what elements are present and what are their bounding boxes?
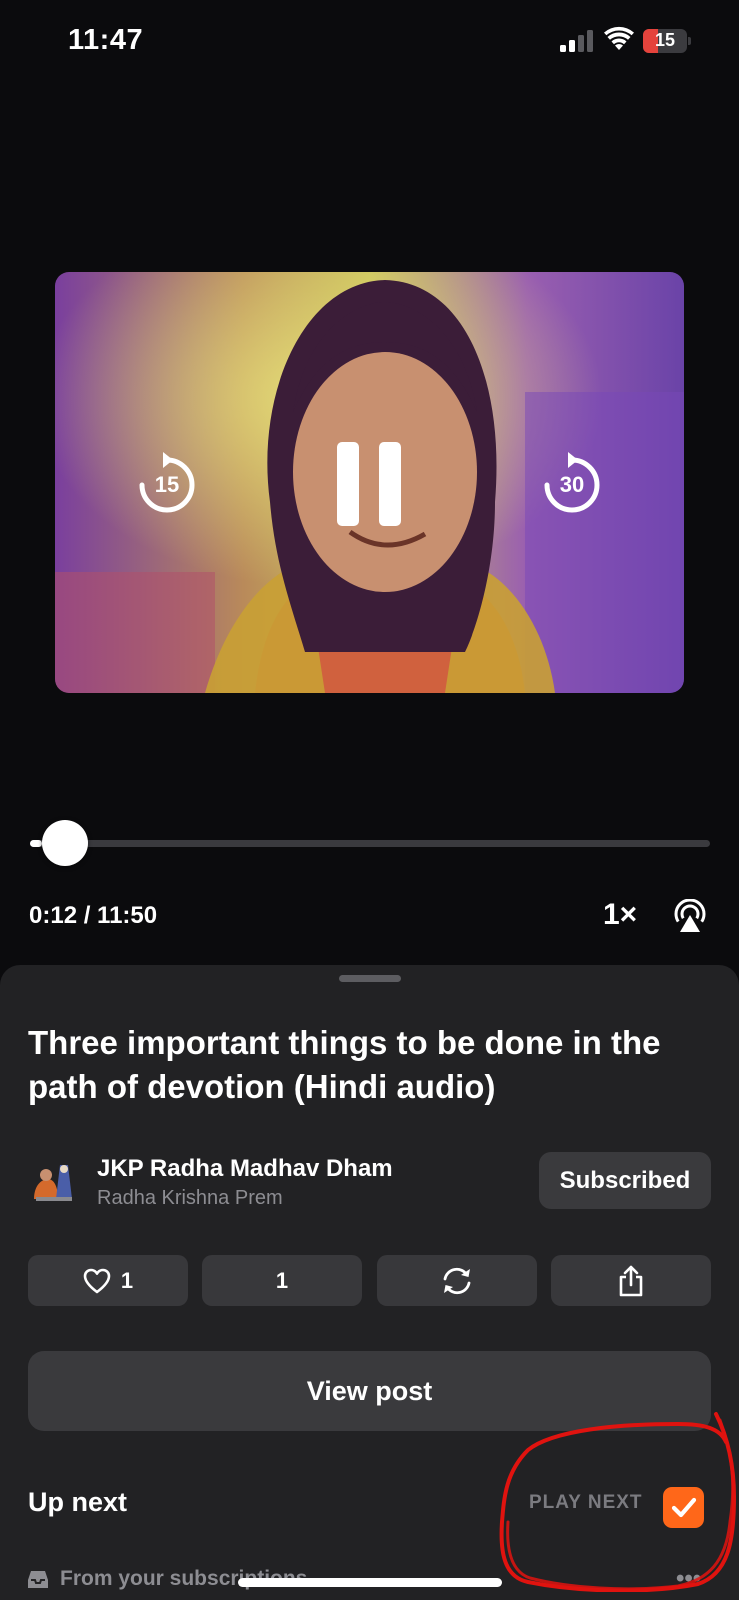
wifi-icon: [604, 26, 634, 50]
more-options-button[interactable]: •••: [676, 1565, 701, 1593]
rewind-seconds: 15: [154, 472, 180, 497]
progress-fill: [30, 840, 42, 847]
checkmark-icon: [671, 1497, 697, 1518]
signal-icon: [560, 30, 593, 52]
progress-track[interactable]: [30, 840, 710, 847]
restack-icon: [443, 1267, 471, 1294]
pause-icon: [337, 442, 401, 526]
heart-icon: [83, 1268, 111, 1293]
sheet-handle[interactable]: [339, 975, 401, 982]
like-count: 1: [120, 1267, 134, 1293]
inbox-icon: [28, 1571, 48, 1588]
comment-button[interactable]: 1: [202, 1255, 362, 1306]
progress-thumb[interactable]: [42, 820, 88, 866]
playback-speed-button[interactable]: 1×: [603, 898, 637, 932]
up-next-heading: Up next: [28, 1487, 128, 1517]
forward-30-button[interactable]: 30: [542, 452, 602, 514]
channel-author: Radha Krishna Prem: [97, 1187, 283, 1209]
status-bar: 11:47 15: [0, 0, 739, 86]
progress-slider[interactable]: [30, 820, 710, 870]
episode-artwork[interactable]: 15 30: [55, 272, 684, 693]
episode-title: Three important things to be done in the…: [28, 1024, 661, 1105]
status-time: 11:47: [68, 24, 144, 56]
play-next-label[interactable]: PLAY NEXT: [529, 1492, 643, 1514]
forward-seconds: 30: [559, 472, 585, 497]
episode-sheet: Three important things to be done in the…: [0, 965, 739, 1600]
view-post-button[interactable]: View post: [28, 1351, 711, 1431]
rewind-15-button[interactable]: 15: [137, 452, 197, 514]
like-button[interactable]: 1: [28, 1255, 188, 1306]
comment-count: 1: [275, 1267, 289, 1293]
home-indicator[interactable]: [238, 1578, 502, 1587]
timecode: 0:12 / 11:50: [29, 902, 158, 929]
channel-avatar[interactable]: [28, 1155, 76, 1203]
share-button[interactable]: [551, 1255, 711, 1306]
battery-percent: 15: [654, 30, 676, 50]
restack-button[interactable]: [377, 1255, 537, 1306]
airplay-icon[interactable]: [673, 899, 707, 933]
subscribed-button[interactable]: Subscribed: [539, 1152, 711, 1209]
channel-name[interactable]: JKP Radha Madhav Dham: [97, 1155, 393, 1183]
share-icon: [619, 1265, 643, 1296]
battery-icon: 15: [643, 29, 691, 53]
play-next-checkbox[interactable]: [663, 1487, 704, 1528]
pause-button[interactable]: [335, 440, 403, 528]
